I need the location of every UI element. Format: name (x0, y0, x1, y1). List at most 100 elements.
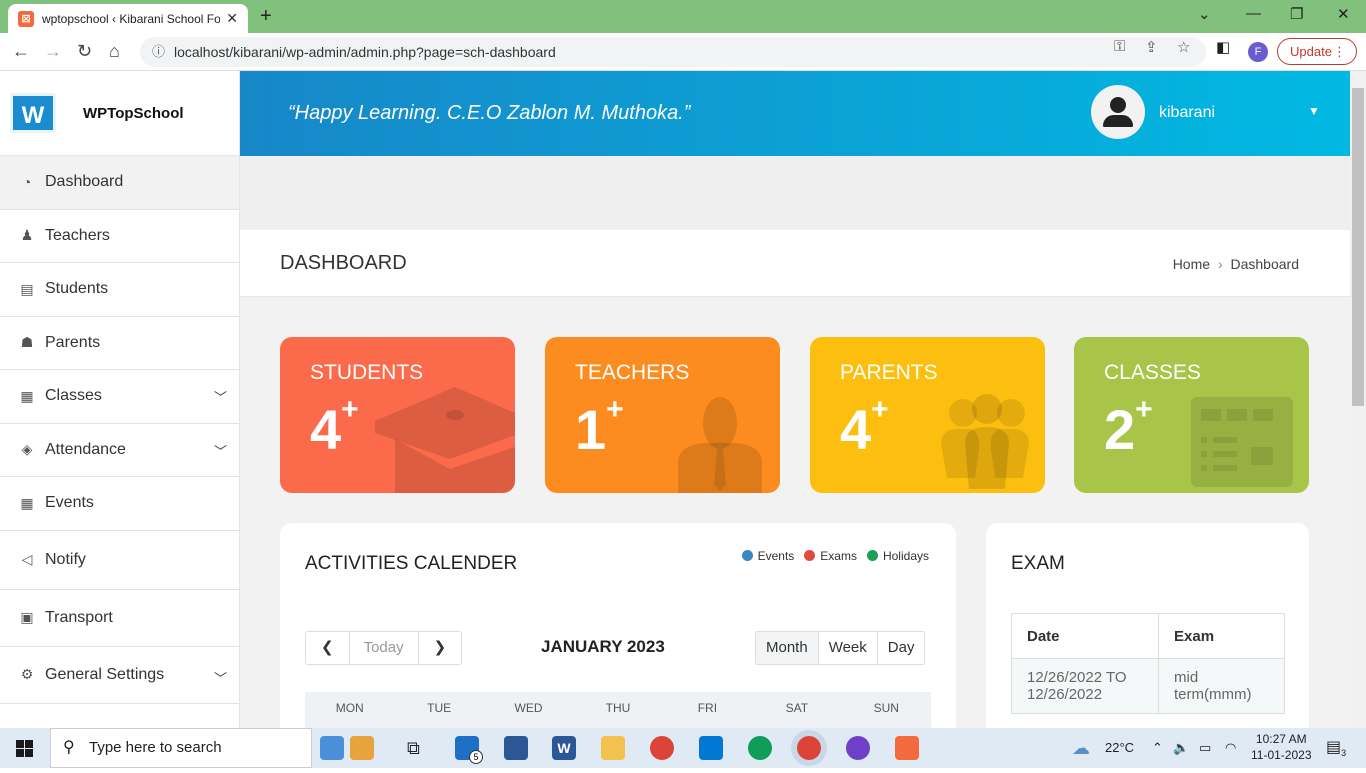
classroom-table-icon (1191, 397, 1293, 487)
chrome-profile-f-app-icon[interactable] (797, 736, 821, 760)
stat-number: 1 (575, 398, 607, 461)
weather-temp[interactable]: 22°C (1105, 728, 1134, 768)
view-day-button[interactable]: Day (878, 632, 925, 664)
day-header-mon: MON (335, 701, 364, 715)
close-window-icon[interactable]: ✕ (1337, 5, 1350, 23)
windows-start-icon[interactable] (16, 740, 33, 757)
stat-number: 2 (1104, 398, 1136, 461)
chrome-app-icon[interactable] (650, 736, 674, 760)
address-bar[interactable]: ⓘ localhost/kibarani/wp-admin/admin.php?… (140, 37, 1206, 67)
share-icon[interactable]: ⇪ (1145, 38, 1158, 56)
calendar-month-label: JANUARY 2023 (541, 637, 665, 656)
chevron-down-icon: ﹀ (213, 443, 227, 459)
minimize-icon[interactable]: — (1246, 5, 1261, 22)
new-tab-icon[interactable]: + (260, 5, 272, 28)
user-menu-caret-icon[interactable]: ▼ (1308, 104, 1320, 118)
stat-card-students[interactable]: STUDENTS 4+ (280, 337, 515, 493)
notification-center-icon[interactable]: ▤3 (1326, 728, 1346, 773)
home-icon[interactable]: ⌂ (109, 41, 120, 62)
profile-avatar[interactable]: F (1248, 42, 1268, 62)
stat-card-teachers[interactable]: TEACHERS 1+ (545, 337, 780, 493)
bookmark-star-icon[interactable]: ☆ (1177, 38, 1190, 56)
page-scrollbar[interactable] (1350, 71, 1366, 728)
reload-icon[interactable]: ↻ (77, 41, 92, 62)
stat-number: 4 (310, 398, 342, 461)
user-avatar[interactable] (1091, 85, 1145, 139)
breadcrumb-current: Dashboard (1230, 256, 1300, 272)
mail-app-icon[interactable]: 5 (455, 736, 483, 764)
prev-month-button[interactable]: ❮ (306, 632, 350, 664)
close-tab-icon[interactable]: ✕ (226, 10, 238, 27)
sidebar-item-notify[interactable]: ◁ Notify (0, 531, 239, 590)
stat-suffix: + (606, 393, 624, 427)
xampp-app-icon[interactable] (895, 736, 919, 760)
legend-dot-icon (804, 550, 816, 561)
sidebar-item-dashboard[interactable]: ◔ Dashboard (0, 156, 239, 210)
header-quote: “Happy Learning. C.E.O Zablon M. Muthoka… (288, 102, 691, 124)
sidebar-item-classes[interactable]: ▦ Classes ﹀ (0, 370, 239, 424)
forward-icon[interactable]: → (44, 41, 62, 62)
tag-icon: ◈ (21, 441, 33, 458)
site-info-icon[interactable]: ⓘ (152, 37, 165, 67)
back-icon[interactable]: ← (12, 41, 30, 62)
stat-label: CLASSES (1104, 361, 1201, 384)
task-view-icon[interactable]: ⧉ (407, 728, 420, 768)
today-button[interactable]: Today (350, 632, 419, 664)
browser-tab[interactable]: ⊠ wptopschool ‹ Kibarani School Fo ✕ (8, 4, 248, 33)
scrollbar-thumb[interactable] (1352, 88, 1364, 406)
sidebar-item-attendance[interactable]: ◈ Attendance ﹀ (0, 424, 239, 477)
next-month-button[interactable]: ❯ (419, 632, 462, 664)
graduation-cap-icon (375, 387, 515, 493)
restore-icon[interactable]: ❐ (1290, 5, 1303, 23)
update-button[interactable]: Update ⋮ (1277, 38, 1357, 65)
legend-item-exams: Exams (804, 549, 857, 563)
github-desktop-app-icon[interactable] (846, 736, 870, 760)
table-header-row: Date Exam (1011, 613, 1285, 659)
day-header-thu: THU (605, 701, 631, 715)
stat-suffix: + (341, 393, 359, 427)
vscode-app-icon[interactable] (699, 736, 723, 760)
system-clock[interactable]: 10:27 AM 11-01-2023 (1251, 731, 1312, 763)
books-app-icon[interactable] (350, 736, 374, 760)
legend-dot-icon (741, 550, 753, 561)
sidebar-item-label: Classes (45, 387, 102, 405)
stat-suffix: + (1135, 393, 1153, 427)
hero-banner: “Happy Learning. C.E.O Zablon M. Muthoka… (240, 71, 1350, 156)
sidebar-item-events[interactable]: ▦ Events (0, 477, 239, 531)
word-app-icon[interactable]: W (552, 736, 576, 760)
kebab-menu-icon: ⋮ (1333, 44, 1346, 59)
side-panel-icon[interactable]: ◧ (1216, 38, 1230, 56)
sidebar-item-general-settings[interactable]: ⚙ General Settings ﹀ (0, 647, 239, 704)
weather-cloud-icon[interactable]: ☁ (1072, 728, 1090, 768)
stat-suffix: + (871, 393, 889, 427)
browser-tab-bar: ⊠ wptopschool ‹ Kibarani School Fo ✕ + ⌄… (0, 0, 1366, 33)
study-app-icon[interactable] (320, 736, 344, 760)
mail-badge: 5 (469, 750, 483, 764)
show-hidden-icons-icon[interactable]: ⌃ (1152, 728, 1163, 768)
view-month-button[interactable]: Month (756, 632, 819, 664)
stat-label: STUDENTS (310, 361, 424, 384)
sidebar-item-transport[interactable]: ▣ Transport (0, 590, 239, 647)
stat-card-parents[interactable]: PARENTS 4+ (810, 337, 1045, 493)
key-icon[interactable]: ⚿ (1114, 38, 1125, 55)
legend-item-events: Events (741, 549, 794, 563)
stat-card-classes[interactable]: CLASSES 2+ (1074, 337, 1309, 493)
page-title: DASHBOARD (280, 252, 407, 274)
view-week-button[interactable]: Week (819, 632, 878, 664)
username[interactable]: kibarani (1159, 104, 1215, 122)
activities-calendar-panel: ACTIVITIES CALENDER Events Exams Holiday… (280, 523, 956, 728)
sidebar-item-teachers[interactable]: ♟ Teachers (0, 210, 239, 263)
sidebar-item-parents[interactable]: ☗ Parents (0, 317, 239, 370)
breadcrumb-home[interactable]: Home (1173, 256, 1210, 272)
chrome-profile-z-app-icon[interactable] (748, 736, 772, 760)
wifi-icon[interactable]: ◠ (1225, 728, 1236, 768)
sidebar-item-label: Transport (45, 608, 113, 626)
file-explorer-app-icon[interactable] (601, 736, 625, 760)
tab-search-chevron-icon[interactable]: ⌄ (1198, 5, 1211, 23)
brand[interactable]: W WPTopSchool (0, 71, 239, 156)
sidebar-item-students[interactable]: ▤ Students (0, 263, 239, 317)
taskbar-search[interactable]: ⚲ Type here to search (50, 728, 312, 768)
video-editor-app-icon[interactable] (504, 736, 528, 760)
battery-icon[interactable]: ▭ (1199, 728, 1211, 768)
speaker-icon[interactable]: 🔈 (1173, 728, 1189, 768)
